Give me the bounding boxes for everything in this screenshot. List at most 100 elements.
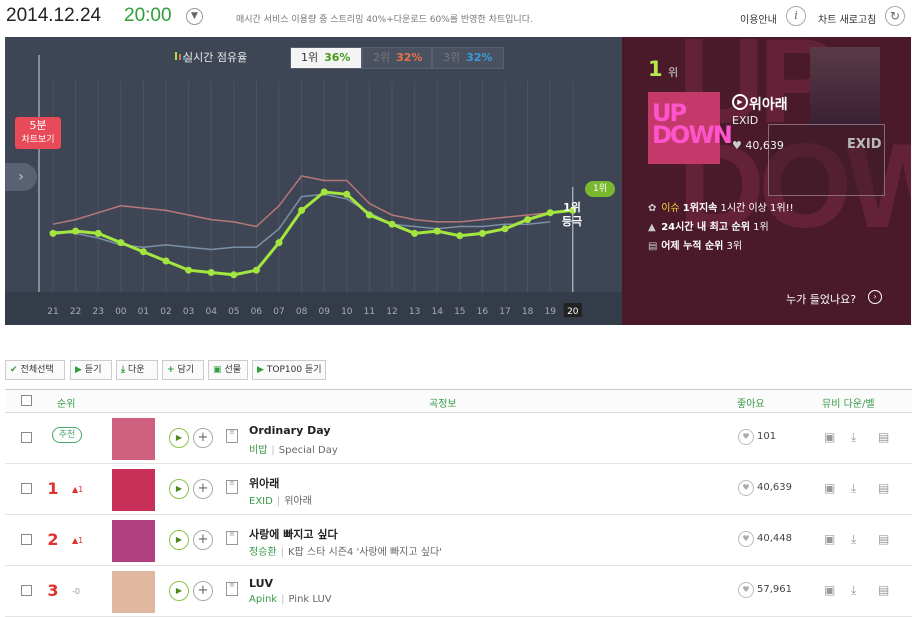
song-meta: Apink | Pink LUV (249, 594, 332, 605)
top100-listen-button[interactable]: ▶ TOP100 듣기 (252, 360, 326, 380)
current-rank-badge: 1위 (585, 181, 615, 197)
play-icon[interactable]: ▶ (169, 581, 189, 601)
gift-button[interactable]: ▣ 선물 (208, 360, 248, 380)
album-thumbnail[interactable] (112, 418, 155, 460)
download-button[interactable]: ⤓ 다운 (116, 360, 158, 380)
five-min-sublabel: 차트보기 (21, 135, 55, 145)
chart-time[interactable]: 20:00 (124, 5, 172, 27)
refresh-link[interactable]: 차트 새로고침 (818, 11, 876, 26)
add-icon[interactable]: + (193, 479, 213, 499)
calendar-icon: ▤ (648, 241, 658, 252)
x-tick-label: 16 (477, 307, 489, 317)
series-point (117, 239, 125, 247)
rank-number: 1 (47, 479, 59, 498)
download-icon[interactable]: ⤓ (851, 481, 856, 496)
top-song-likes: ♥ 40,639 (732, 139, 784, 152)
check-icon: ✔ (10, 365, 18, 375)
arrow-right-icon[interactable]: › (868, 290, 882, 304)
song-title[interactable]: Ordinary Day (249, 424, 331, 437)
album-name[interactable]: Pink LUV (288, 594, 331, 605)
series-point (478, 229, 486, 237)
album-name[interactable]: Special Day (279, 445, 338, 456)
row-checkbox[interactable] (21, 432, 32, 443)
series-point (298, 206, 306, 214)
ringtone-icon[interactable]: ▤ (878, 583, 889, 597)
heart-icon[interactable]: ♥ (738, 480, 754, 496)
likes[interactable]: ♥ 40,639 (738, 480, 792, 496)
chevron-down-icon[interactable]: ▼ (186, 8, 203, 25)
row-checkbox[interactable] (21, 483, 32, 494)
rank-number: 2 (47, 530, 59, 549)
song-title[interactable]: 위아래 (249, 475, 279, 491)
series-point (139, 248, 147, 256)
x-tick-label: 08 (296, 307, 308, 317)
x-tick-label: 02 (160, 307, 171, 317)
video-icon[interactable]: ▣ (824, 481, 835, 495)
heart-icon[interactable]: ♥ (738, 531, 754, 547)
play-icon[interactable]: ▶ (169, 479, 189, 499)
album-name[interactable]: K팝 스타 시즌4 '사랑에 빠지고 싶다' (288, 547, 442, 558)
lyrics-icon[interactable]: ≡ (226, 582, 238, 596)
info-icon[interactable]: i (786, 6, 806, 26)
lyrics-icon[interactable]: ≡ (226, 429, 238, 443)
video-icon[interactable]: ▣ (824, 430, 835, 444)
play-icon[interactable]: ▶ (169, 428, 189, 448)
x-tick-label: 15 (454, 307, 465, 317)
download-icon[interactable]: ⤓ (851, 532, 856, 547)
like-count: 40,448 (757, 533, 792, 544)
heart-icon[interactable]: ♥ (738, 582, 754, 598)
row-checkbox[interactable] (21, 534, 32, 545)
album-thumbnail[interactable] (112, 520, 155, 562)
lyrics-icon[interactable]: ≡ (226, 531, 238, 545)
song-meta: 비밥 | Special Day (249, 445, 338, 456)
album-thumbnail[interactable] (112, 571, 155, 613)
series-point (275, 239, 283, 247)
artist-name[interactable]: Apink (249, 594, 277, 605)
select-all-button[interactable]: ✔ 전체선택 (5, 360, 65, 380)
header: 2014.12.24 20:00 ▼ 매시간 서비스 이용량 중 스트리밍 40… (0, 0, 912, 36)
add-icon[interactable]: + (193, 530, 213, 550)
download-icon[interactable]: ⤓ (851, 583, 856, 598)
add-icon[interactable]: + (193, 428, 213, 448)
add-button[interactable]: + 담기 (162, 360, 204, 380)
top-song-title[interactable]: 위아래 (749, 94, 788, 114)
who-listened-link[interactable]: 누가 들었나요? (786, 291, 856, 307)
album-thumbnail[interactable] (112, 469, 155, 511)
likes[interactable]: ♥ 40,448 (738, 531, 792, 547)
song-title[interactable]: 사랑에 빠지고 싶다 (249, 526, 338, 542)
likes[interactable]: ♥ 101 (738, 429, 776, 445)
like-count: 57,961 (757, 584, 792, 595)
lyrics-icon[interactable]: ≡ (226, 480, 238, 494)
top-song-artist[interactable]: EXID (732, 114, 758, 127)
row-checkbox[interactable] (21, 585, 32, 596)
artist-name[interactable]: 비밥 (249, 445, 267, 456)
five-min-chart-button[interactable]: 5분 차트보기 (15, 117, 61, 149)
x-tick-label: 00 (115, 307, 127, 317)
heart-icon[interactable]: ♥ (738, 429, 754, 445)
listen-button[interactable]: ▶ 듣기 (70, 360, 112, 380)
ringtone-icon[interactable]: ▤ (878, 430, 889, 444)
select-all-checkbox[interactable] (21, 395, 32, 406)
x-tick-label: 01 (138, 307, 149, 317)
x-tick-label: 10 (341, 307, 353, 317)
play-icon: ▶ (75, 365, 82, 375)
series-point (207, 269, 215, 276)
refresh-icon[interactable]: ↻ (885, 6, 905, 26)
video-icon[interactable]: ▣ (824, 583, 835, 597)
download-icon[interactable]: ⤓ (851, 430, 856, 445)
album-name[interactable]: 위아래 (284, 496, 312, 507)
top-album-art[interactable]: UP DOWN (648, 92, 733, 164)
ringtone-icon[interactable]: ▤ (878, 481, 889, 495)
play-icon[interactable]: ▶ (169, 530, 189, 550)
likes[interactable]: ♥ 57,961 (738, 582, 792, 598)
artist-name[interactable]: EXID (249, 496, 273, 507)
play-icon[interactable]: ▶ (732, 94, 748, 110)
video-icon[interactable]: ▣ (824, 532, 835, 546)
song-title[interactable]: LUV (249, 577, 273, 590)
series-point (320, 188, 328, 196)
info-link[interactable]: 이용안내 (740, 11, 777, 26)
add-icon[interactable]: + (193, 581, 213, 601)
chevron-right-icon[interactable]: › (5, 163, 37, 191)
artist-name[interactable]: 정승환 (249, 547, 277, 558)
ringtone-icon[interactable]: ▤ (878, 532, 889, 546)
